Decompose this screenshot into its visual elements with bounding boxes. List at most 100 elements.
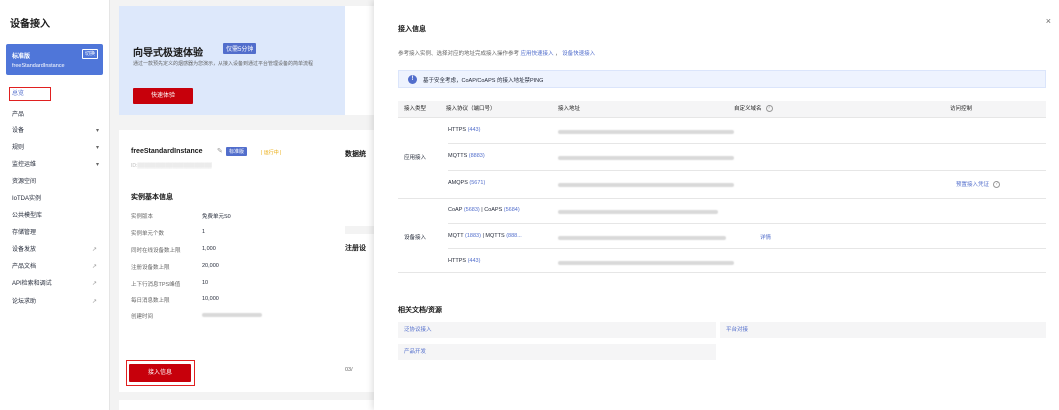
sidebar-item[interactable]: 公共模型库 <box>12 209 105 223</box>
table-row-divider <box>448 143 1046 144</box>
protocol-name: CoAP <box>448 207 463 213</box>
sidebar-item[interactable]: 产品文档 ↗ <box>12 260 105 274</box>
info-label: 每日消息数上限 <box>131 298 170 304</box>
device-quick-access-link[interactable]: 设备快速接入 <box>562 51 595 57</box>
external-link-icon: ↗ <box>91 264 97 270</box>
edition-badge: 标准版 <box>226 147 248 156</box>
status-badge: | 运行中 | <box>261 150 282 156</box>
doc-link[interactable]: 产品开发 <box>398 344 716 360</box>
table-row-divider <box>448 223 1046 224</box>
info-label: 实例版本 <box>131 214 154 220</box>
quick-start-card: 向导式极速体验 仅需5分钟 通过一款预先定义的烟感器为您演示，从接入设备到通过平… <box>119 6 345 115</box>
quick-start-desc: 通过一款预先定义的烟感器为您演示，从接入设备到通过平台管理设备的简单流程 <box>133 61 314 67</box>
protocol-sep: | <box>481 207 483 213</box>
register-stub-title: 注册设 <box>345 245 366 252</box>
sidebar-item[interactable]: IoTDA实例 <box>12 192 105 206</box>
protocol-port: (5684) <box>503 207 520 213</box>
data-stub-card: 数据统 <box>345 130 374 226</box>
access-info-drawer: 接入信息 × 参考接入实例、选择对应的地址完成接入操作参考 应用快速接入 ， 设… <box>374 0 1059 410</box>
info-value: 免费单元S0 <box>202 214 231 220</box>
sidebar-title: 设备接入 <box>10 19 50 30</box>
info-label: 创建时间 <box>131 314 154 320</box>
chevron-down-icon: ▾ <box>95 162 99 168</box>
switch-instance-button[interactable]: 切换 <box>81 49 98 59</box>
app-quick-access-link[interactable]: 应用快速接入 <box>521 51 554 57</box>
sidebar-item[interactable]: API检索和调试 ↗ <box>12 277 105 291</box>
sidebar-item-label: 论坛求助 <box>12 299 37 305</box>
doc-link[interactable]: 平台对接 <box>720 322 1046 338</box>
instance-card: 标准版 切换 freeStandardInstance <box>6 44 103 75</box>
protocol-sep: | <box>482 233 484 239</box>
sidebar-item[interactable]: 规则 ▾ <box>12 141 105 155</box>
protocol-port: (5671) <box>469 180 486 186</box>
sidebar-item[interactable]: 产品 <box>12 108 105 122</box>
docs-title: 相关文档/资源 <box>398 307 442 314</box>
close-icon[interactable]: × <box>1046 16 1051 26</box>
access-control-cell: 预置接入凭证? <box>956 180 1001 189</box>
sidebar-item[interactable]: 资源空间 <box>12 175 105 189</box>
protocol-name: CoAPS <box>484 207 503 213</box>
date-fragment: 03/ <box>345 367 353 373</box>
table-row-divider <box>448 170 1046 171</box>
protocol-port: (1883) <box>465 233 481 239</box>
doc-link[interactable]: 泛协议接入 <box>398 322 716 338</box>
header-address: 接入地址 <box>558 106 581 112</box>
protocol-port: (888... <box>506 233 522 239</box>
sidebar-item[interactable]: 论坛求助 ↗ <box>12 295 105 309</box>
sidebar-item[interactable]: 监控运维 ▾ <box>12 158 105 172</box>
sidebar-item[interactable]: 设备 ▾ <box>12 124 105 138</box>
basic-info-title: 实例基本信息 <box>131 194 173 201</box>
protocol-port: (8883) <box>468 153 485 159</box>
chevron-down-icon: ▾ <box>95 128 99 134</box>
table-row-divider <box>448 248 1046 249</box>
help-icon[interactable]: ? <box>993 181 1001 189</box>
instance-id: ID:▒▒▒▒▒▒▒▒▒▒▒▒▒▒▒▒▒▒▒▒▒ <box>131 163 212 169</box>
protocol-name: HTTPS <box>448 127 467 133</box>
sidebar-item[interactable]: 存储管理 <box>12 226 105 240</box>
access-type: 应用接入 <box>404 155 427 161</box>
address-blurred <box>558 210 718 214</box>
alert-text: 基于安全考虑，CoAP/CoAPS 的接入地址禁PING <box>423 78 544 84</box>
protocol-port: (443) <box>467 258 481 264</box>
chevron-down-icon: ▾ <box>95 145 99 151</box>
protocol-cell: AMQPS (5671) <box>448 180 485 186</box>
sidebar-item[interactable]: 总览 <box>12 87 105 101</box>
sidebar-item-label: 存储管理 <box>12 230 37 236</box>
desc-sep: ， <box>555 51 561 57</box>
instance-panel: freeStandardInstance ✎ 标准版 | 运行中 | ID:▒▒… <box>119 130 345 392</box>
help-icon[interactable]: ? <box>765 105 773 113</box>
external-link-icon: ↗ <box>91 299 97 305</box>
register-stub-card: 注册设 03/ <box>345 234 374 392</box>
drawer-title: 接入信息 <box>398 26 426 33</box>
instance-version: 标准版 <box>12 54 31 60</box>
info-label: 注册设备数上限 <box>131 265 170 271</box>
address-blurred <box>558 130 734 134</box>
protocol-cell: MQTT (1883) | MQTTS (888... <box>448 233 522 239</box>
access-info-button[interactable]: 接入信息 <box>129 364 191 382</box>
protocol-name: MQTT <box>448 233 464 239</box>
protocol-cell: MQTTS (8883) <box>448 153 485 159</box>
sidebar-item-label: API检索和调试 <box>12 281 52 287</box>
protocol-port: (443) <box>467 127 481 133</box>
quick-start-button[interactable]: 快速体验 <box>133 88 193 104</box>
edit-icon[interactable]: ✎ <box>217 147 223 155</box>
sidebar-item[interactable]: 设备发放 ↗ <box>12 243 105 257</box>
header-protocol: 接入协议（端口号） <box>446 106 496 112</box>
sidebar: 设备接入 标准版 切换 freeStandardInstance 总览产品设备 ▾… <box>0 0 110 410</box>
info-value: 10 <box>202 280 209 286</box>
info-label: 上下行消息TPS峰值 <box>131 282 181 288</box>
security-alert: ! 基于安全考虑，CoAP/CoAPS 的接入地址禁PING <box>398 70 1046 88</box>
sidebar-item-label: 设备 <box>12 128 25 134</box>
info-value: 20,000 <box>202 263 219 269</box>
protocol-name: MQTTS <box>448 153 468 159</box>
domain-detail-link[interactable]: 详情 <box>760 233 771 241</box>
sidebar-item-label: 规则 <box>12 145 25 151</box>
sidebar-item-label: 公共模型库 <box>12 213 43 219</box>
address-blurred <box>558 183 734 187</box>
protocol-cell: HTTPS (443) <box>448 258 480 264</box>
table-row-divider <box>398 198 1046 199</box>
address-blurred <box>558 261 734 265</box>
info-value: 1,000 <box>202 246 216 252</box>
preset-credential-link[interactable]: 预置接入凭证 <box>956 182 989 188</box>
table-row-divider <box>398 272 1046 273</box>
